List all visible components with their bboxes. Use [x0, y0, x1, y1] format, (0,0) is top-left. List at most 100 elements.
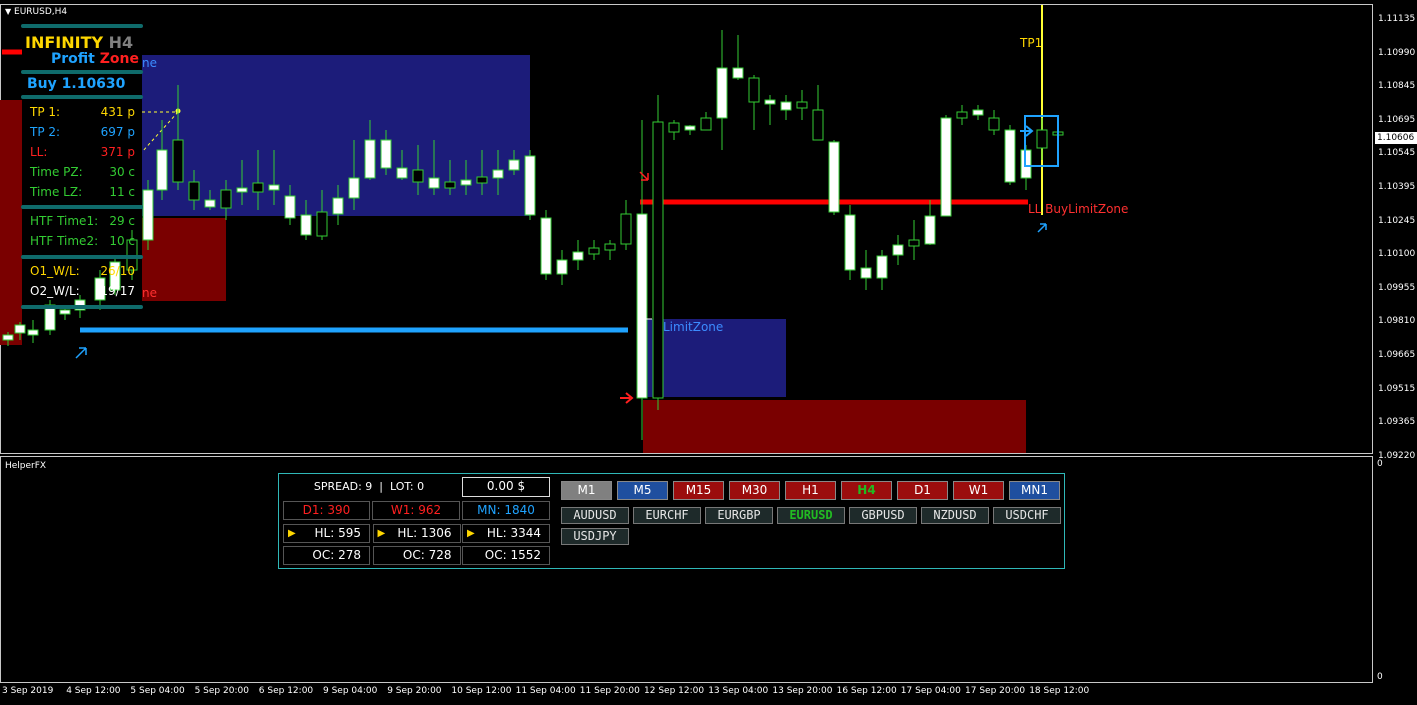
tp1-label: TP1 — [1020, 36, 1043, 50]
time-tick: 13 Sep 20:00 — [772, 686, 833, 696]
price-tick: 1.09365 — [1378, 417, 1416, 428]
candle-body — [908, 239, 920, 247]
indicator-title: HelperFX — [5, 461, 47, 471]
symbol-button-usdjpy[interactable]: USDJPY — [561, 528, 629, 545]
candle-body — [988, 117, 1000, 131]
info-row: HTF Time1: 29 c — [21, 213, 141, 231]
timeframe-button-w1[interactable]: W1 — [953, 481, 1004, 500]
timeframe-button-h4[interactable]: H4 — [841, 481, 892, 500]
time-tick: 12 Sep 12:00 — [644, 686, 705, 696]
info-row: HTF Time2: 10 c — [21, 233, 141, 251]
candle-body — [716, 67, 728, 119]
candle-body — [412, 169, 424, 183]
play-icon[interactable]: ▶ — [378, 525, 386, 542]
info-row-label: HTF Time2: — [30, 234, 99, 248]
symbol-button-usdchf[interactable]: USDCHF — [993, 507, 1061, 524]
info-row-label: TP 2: — [30, 125, 61, 139]
chevron-down-icon[interactable]: ▼ — [5, 7, 11, 16]
candle-body — [396, 167, 408, 179]
ll-buy-limit-label: LL BuyLimitZone — [1028, 202, 1129, 216]
zone-red-far-left — [0, 100, 22, 345]
candle-body — [972, 109, 984, 116]
hl-cell: ▶ HL: 3344 — [462, 524, 550, 543]
timeframe-button-h1[interactable]: H1 — [785, 481, 836, 500]
info-row-value: 19/17 — [100, 284, 135, 298]
info-row-value: 697 p — [100, 125, 135, 139]
candle-body — [348, 177, 360, 199]
candle-body — [748, 77, 760, 103]
candle-body — [780, 101, 792, 111]
symbol-button-audusd[interactable]: AUDUSD — [561, 507, 629, 524]
timeframe-button-m15[interactable]: M15 — [673, 481, 724, 500]
time-tick: 18 Sep 12:00 — [1029, 686, 1090, 696]
candle-body — [508, 159, 520, 171]
red-arrow-icon — [620, 392, 634, 404]
candle-body — [524, 155, 536, 216]
zone-blue-upper — [142, 55, 530, 216]
price-tick: 1.10695 — [1378, 114, 1416, 125]
hl-value: HL: 3344 — [486, 526, 541, 540]
candle-body — [476, 176, 488, 184]
play-icon[interactable]: ▶ — [467, 525, 475, 542]
info-row-value: 11 c — [109, 185, 135, 199]
candle-body — [188, 181, 200, 201]
timeframe-button-m5[interactable]: M5 — [617, 481, 668, 500]
symbol-button-eurgbp[interactable]: EURGBP — [705, 507, 773, 524]
candle-body — [316, 211, 328, 237]
candle-body — [732, 67, 744, 79]
info-row: TP 1: 431 p — [21, 104, 141, 122]
time-tick: 5 Sep 20:00 — [194, 686, 249, 696]
time-tick: 9 Sep 20:00 — [387, 686, 442, 696]
profit-display: 0.00 $ — [462, 477, 550, 497]
candle-body — [796, 101, 808, 109]
hollow-arrow-left-icon — [75, 347, 87, 359]
timeframe-button-m1[interactable]: M1 — [561, 481, 612, 500]
info-row: Time PZ: 30 c — [21, 164, 141, 182]
candle-body — [684, 125, 696, 131]
zone-red-lower — [643, 400, 1026, 453]
candle-body — [14, 324, 26, 334]
info-row: O1_W/L: 26/10 — [21, 263, 141, 281]
oc-cell: OC: 1552 — [462, 546, 550, 565]
candle-body — [2, 334, 14, 341]
price-chart[interactable] — [0, 0, 1417, 705]
candle-body — [668, 122, 680, 133]
window-title[interactable]: ▼ EURUSD,H4 — [5, 7, 67, 17]
symbol-button-gbpusd[interactable]: GBPUSD — [849, 507, 917, 524]
candle-body — [572, 251, 584, 261]
timeframe-button-m30[interactable]: M30 — [729, 481, 780, 500]
info-row-value: 431 p — [100, 105, 135, 119]
candle-body — [236, 187, 248, 193]
info-row-value: 371 p — [100, 145, 135, 159]
symbol-button-nzdusd[interactable]: NZDUSD — [921, 507, 989, 524]
symbol-button-eurusd[interactable]: EURUSD — [777, 507, 845, 524]
candle-body — [556, 259, 568, 275]
panel-divider — [21, 70, 143, 74]
price-tick: 1.09955 — [1378, 282, 1416, 293]
candle-body — [540, 217, 552, 275]
brand-title: INFINITY H4 — [25, 33, 134, 52]
candle-body — [428, 177, 440, 189]
timeframe-button-mn1[interactable]: MN1 — [1009, 481, 1060, 500]
symbol-button-eurchf[interactable]: EURCHF — [633, 507, 701, 524]
candle-body — [956, 111, 968, 119]
candle-body — [604, 243, 616, 251]
info-row: LL: 371 p — [21, 144, 141, 162]
hl-cell: ▶ HL: 1306 — [372, 524, 461, 543]
candle-body — [844, 214, 856, 271]
w1-range: W1: 962 — [372, 501, 460, 520]
candle-body — [204, 199, 216, 208]
panel-divider — [21, 205, 143, 209]
candle-body — [636, 213, 648, 399]
sub-axis-bottom: 0 — [1377, 672, 1383, 682]
candle-body — [892, 244, 904, 256]
time-tick: 11 Sep 20:00 — [579, 686, 640, 696]
hollow-arrow-right-icon — [1037, 223, 1047, 233]
candle-body — [300, 214, 312, 236]
play-icon[interactable]: ▶ — [288, 525, 296, 542]
timeframe-button-d1[interactable]: D1 — [897, 481, 948, 500]
hl-value: HL: 1306 — [397, 526, 452, 540]
time-tick: 17 Sep 20:00 — [965, 686, 1026, 696]
mn-range: MN: 1840 — [462, 501, 550, 520]
panel-divider — [21, 95, 143, 99]
